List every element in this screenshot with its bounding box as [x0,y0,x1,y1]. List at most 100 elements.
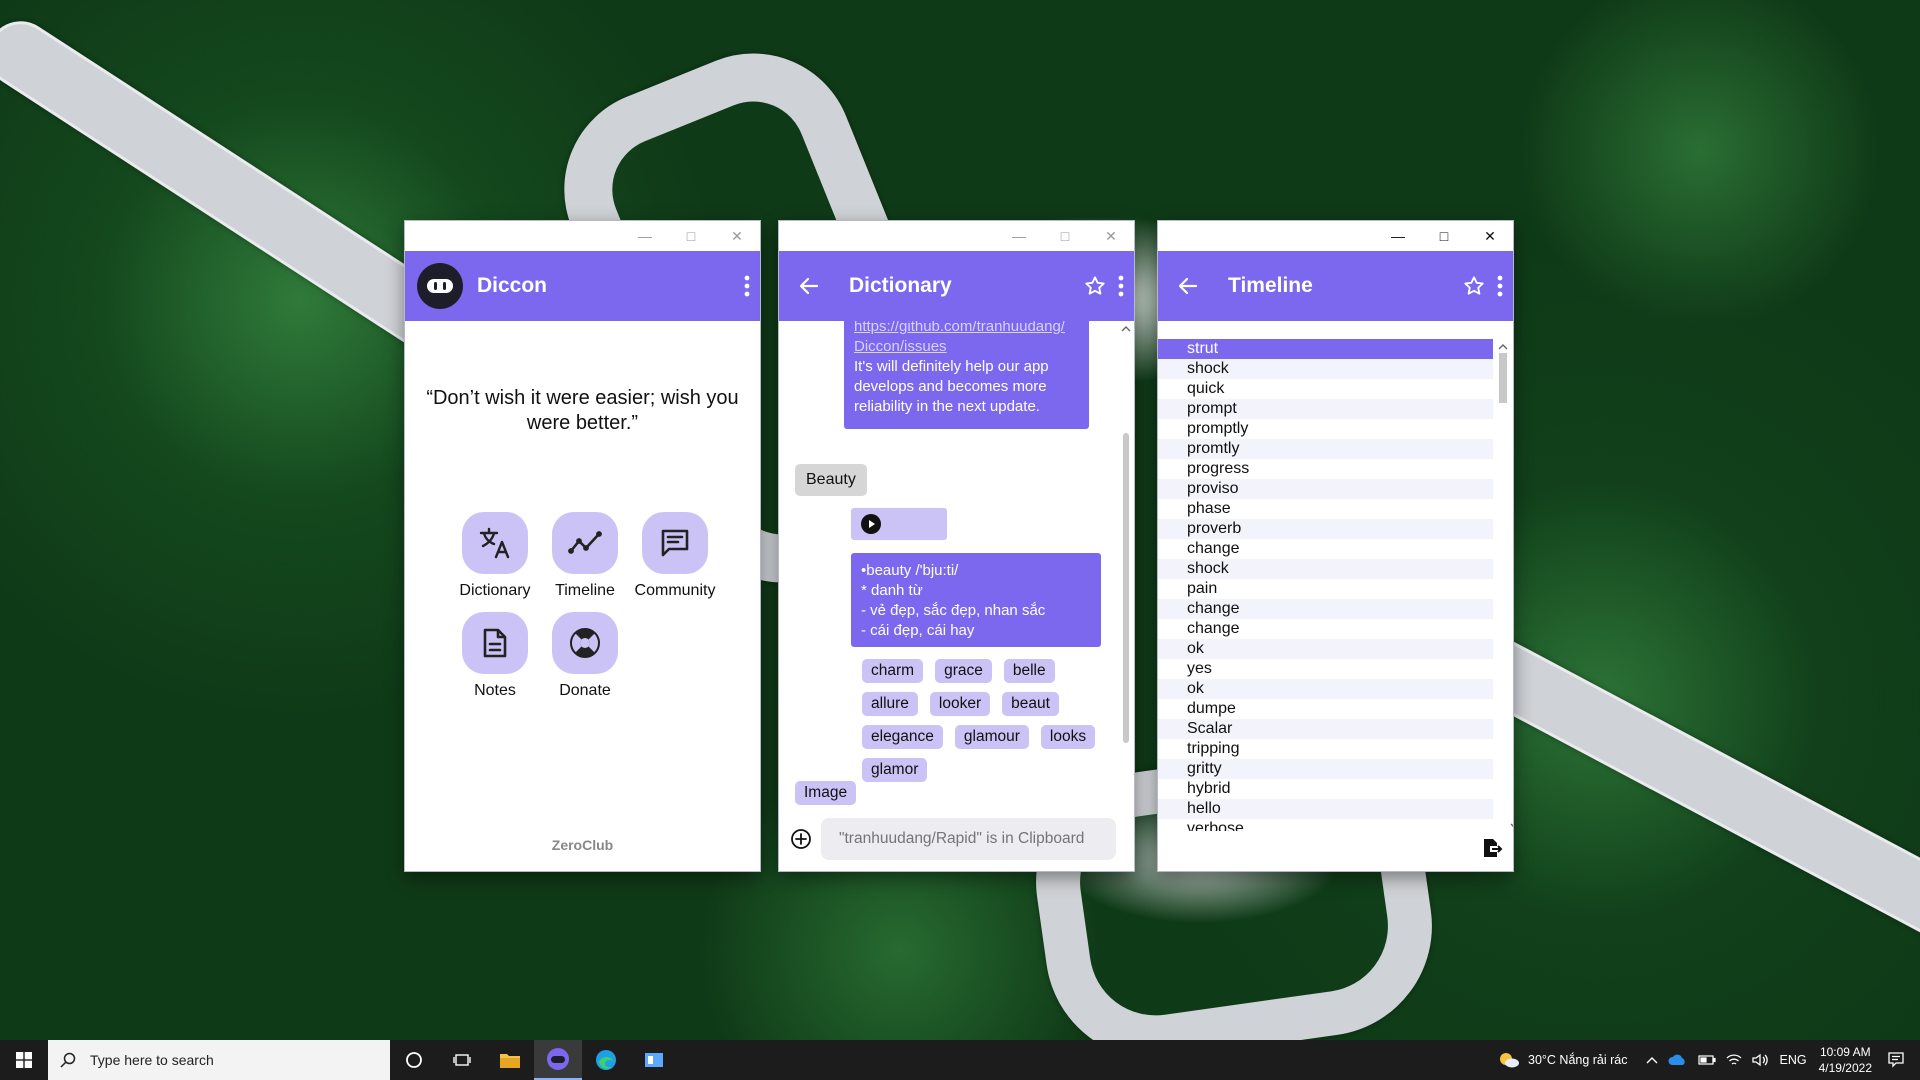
wifi-icon[interactable] [1726,1053,1742,1067]
close-button[interactable]: ✕ [1088,221,1134,251]
minimize-button[interactable]: — [1375,221,1421,251]
synonym-chip[interactable]: charm [862,659,924,683]
arrow-left-icon [1178,277,1198,295]
synonym-chip[interactable]: glamour [954,725,1029,749]
chat-area[interactable]: https://github.com/tranhuudang/Diccon/is… [779,321,1118,811]
star-icon[interactable] [1463,275,1485,297]
timeline-list[interactable]: strut shock quick prompt promptly promtly prog… [1158,339,1493,831]
timeline-item[interactable]: tripping [1158,739,1493,759]
file-explorer-button[interactable] [486,1040,534,1080]
search-placeholder: Type here to search [90,1052,214,1068]
timeline-item[interactable]: change [1158,619,1493,639]
title-bar[interactable]: — □ ✕ [405,221,760,251]
maximize-button[interactable]: □ [668,221,714,251]
timeline-item[interactable]: phase [1158,499,1493,519]
more-options-icon[interactable] [744,275,750,297]
dictionary-window: — □ ✕ Dictionary https://github.com/tran… [779,221,1134,871]
message-input[interactable] [821,818,1116,860]
synonym-chip[interactable]: looker [929,692,991,716]
taskbar-search[interactable]: Type here to search [48,1040,390,1080]
timeline-item[interactable]: strut [1158,339,1493,359]
timeline-item[interactable]: proviso [1158,479,1493,499]
onedrive-icon[interactable] [1667,1054,1688,1066]
timeline-item[interactable]: change [1158,599,1493,619]
maximize-button[interactable]: □ [1042,221,1088,251]
diccon-taskbar-button[interactable] [534,1040,582,1080]
notes-tile[interactable]: Notes [450,612,540,700]
timeline-item[interactable]: promtly [1158,439,1493,459]
dictionary-tile[interactable]: Dictionary [450,512,540,600]
timeline-item[interactable]: shock [1158,559,1493,579]
timeline-item[interactable]: quick [1158,379,1493,399]
timeline-item[interactable]: ok [1158,639,1493,659]
edge-button[interactable] [582,1040,630,1080]
timeline-item[interactable]: shock [1158,359,1493,379]
title-bar[interactable]: — □ ✕ [1158,221,1513,251]
synonym-chip[interactable]: glamor [862,758,928,782]
timeline-window: — □ ✕ Timeline strut shock quick prompt prom… [1158,221,1513,871]
task-view-button[interactable] [438,1040,486,1080]
synonym-chip[interactable]: belle [1003,659,1055,683]
timeline-item[interactable]: verbose [1158,819,1493,831]
battery-icon[interactable] [1697,1055,1716,1065]
synonym-chip[interactable]: elegance [862,725,943,749]
arrow-left-icon [799,277,819,295]
image-chip[interactable]: Image [795,781,857,805]
more-options-icon[interactable] [1497,275,1503,297]
timeline-item[interactable]: yes [1158,659,1493,679]
more-options-icon[interactable] [1118,275,1124,297]
cortana-button[interactable] [390,1040,438,1080]
minimize-button[interactable]: — [996,221,1042,251]
maximize-button[interactable]: □ [1421,221,1467,251]
close-button[interactable]: ✕ [1467,221,1513,251]
timeline-item[interactable]: pain [1158,579,1493,599]
pronunciation-player[interactable] [851,508,947,540]
timeline-scrollbar[interactable] [1497,339,1513,831]
dictionary-label: Dictionary [459,582,531,599]
clock-time: 10:09 AM [1819,1045,1871,1059]
timeline-item[interactable]: promptly [1158,419,1493,439]
synonym-chips: charm grace belle allure looker beaut elegan… [862,659,1112,791]
timeline-tile[interactable]: Timeline [540,512,630,600]
export-icon[interactable] [1481,837,1503,859]
community-tile[interactable]: Community [630,512,720,600]
synonym-chip[interactable]: allure [862,692,918,716]
timeline-item[interactable]: hybrid [1158,779,1493,799]
issues-link[interactable]: https://github.com/tranhuudang/Diccon/is… [854,321,1065,355]
timeline-icon[interactable] [552,512,618,574]
timeline-item[interactable]: proverb [1158,519,1493,539]
language-indicator[interactable]: ENG [1780,1053,1807,1067]
add-button[interactable] [781,828,821,850]
timeline-item[interactable]: dumpe [1158,699,1493,719]
volume-icon[interactable] [1751,1053,1768,1067]
title-bar[interactable]: — □ ✕ [779,221,1134,251]
chat-scrollbar[interactable] [1120,321,1134,781]
chat-icon[interactable] [642,512,708,574]
start-button[interactable] [0,1040,48,1080]
store-button[interactable] [630,1040,678,1080]
timeline-item[interactable]: change [1158,539,1493,559]
back-button[interactable] [799,277,829,295]
weather-text[interactable]: 30°C Nắng rải rác [1528,1053,1628,1067]
back-button[interactable] [1178,277,1208,295]
timeline-item[interactable]: ok [1158,679,1493,699]
synonym-chip[interactable]: looks [1040,725,1096,749]
donate-tile[interactable]: Donate [540,612,630,700]
synonym-chip[interactable]: grace [935,659,992,683]
play-icon[interactable] [861,514,881,534]
timeline-item[interactable]: progress [1158,459,1493,479]
timeline-item[interactable]: gritty [1158,759,1493,779]
timeline-item[interactable]: prompt [1158,399,1493,419]
clock[interactable]: 10:09 AM 4/19/2022 [1819,1044,1872,1076]
note-icon[interactable] [462,612,528,674]
synonym-chip[interactable]: beaut [1002,692,1059,716]
close-button[interactable]: ✕ [714,221,760,251]
star-icon[interactable] [1084,275,1106,297]
minimize-button[interactable]: — [622,221,668,251]
notification-icon[interactable] [1888,1052,1904,1068]
timeline-item[interactable]: hello [1158,799,1493,819]
chevron-up-icon[interactable] [1646,1056,1658,1064]
timeline-item[interactable]: Scalar [1158,719,1493,739]
translate-icon[interactable] [462,512,528,574]
lifebuoy-icon[interactable] [552,612,618,674]
